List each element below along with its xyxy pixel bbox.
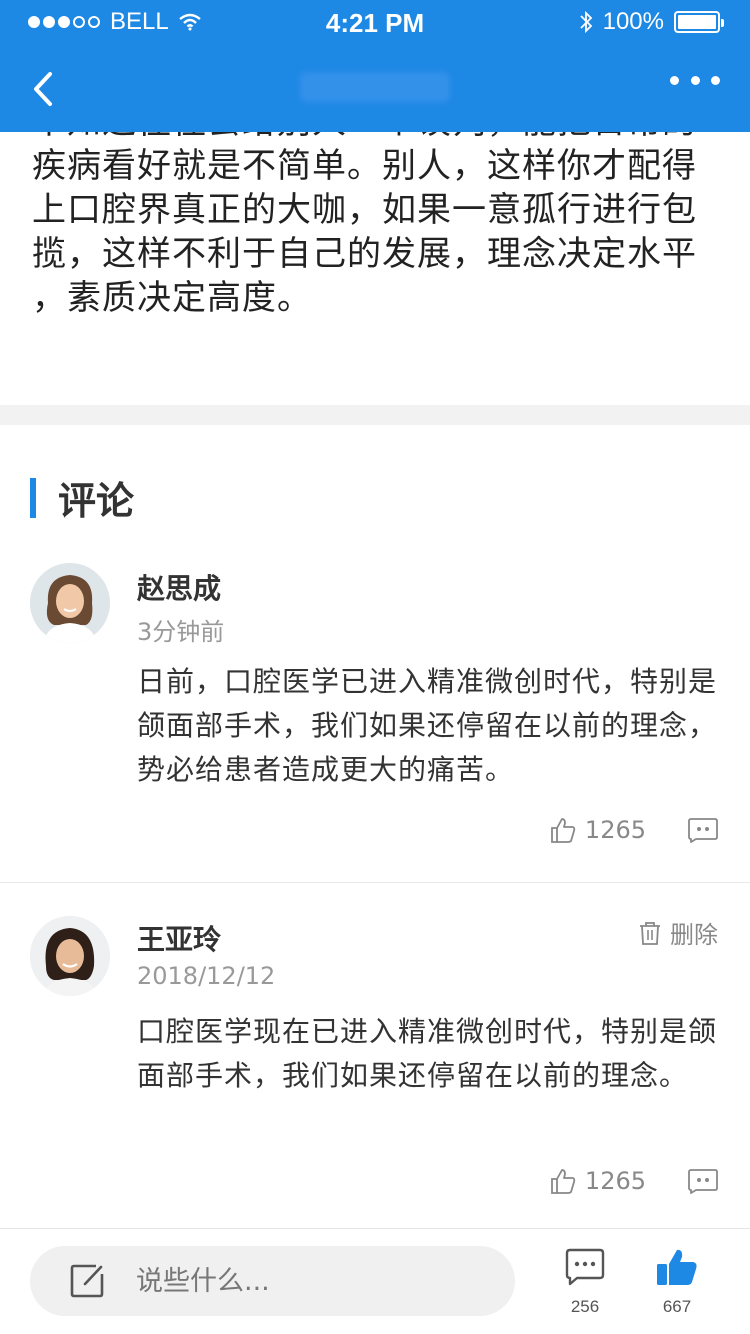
like-count: 1265 [584, 1167, 646, 1195]
comment-input[interactable] [136, 1265, 456, 1297]
bottom-action-bar: 256 667 [0, 1228, 750, 1334]
page-title-blurred [300, 72, 450, 102]
like-button[interactable]: 1265 [549, 816, 646, 844]
reply-button[interactable] [686, 1167, 720, 1195]
section-divider [0, 405, 750, 425]
like-count: 1265 [584, 816, 646, 844]
back-button[interactable] [22, 64, 66, 114]
comment-count: 256 [570, 1297, 600, 1316]
comment-divider [0, 882, 750, 883]
comment-actions: 1265 [549, 816, 720, 844]
article-line: 疾病看好就是不简单。别人，这样你才配得 [32, 146, 697, 186]
like-count-button[interactable]: 667 [647, 1247, 707, 1317]
battery-label: 100% [602, 8, 664, 35]
more-button[interactable] [670, 70, 720, 90]
thumbs-up-icon [551, 818, 576, 843]
message-icon [688, 1169, 718, 1194]
comment-count-button[interactable]: 256 [555, 1247, 615, 1317]
edit-icon [70, 1264, 104, 1298]
comments-heading: 评论 [30, 470, 134, 525]
status-bar: BELL 4:21 PM 100% [0, 0, 750, 44]
like-button[interactable]: 1265 [549, 1167, 646, 1195]
comment-text: 日前，口腔医学已进入精准微创时代，特别是颌面部手术，我们如果还停留在以前的理念，… [137, 665, 718, 786]
heading-accent-bar [30, 477, 36, 518]
article-line: 上口腔界真正的大咖，如果一意孤行进行包 [32, 190, 697, 230]
comment-text: 口腔医学现在已进入精准微创时代，特别是颌面部手术，我们如果还停留在以前的理念。 [137, 1015, 718, 1092]
delete-button[interactable]: 删除 [638, 915, 718, 950]
trash-icon [640, 921, 660, 945]
comment-bubble-icon [565, 1248, 605, 1286]
comment-time: 3分钟前 [137, 618, 225, 646]
comment-input-box[interactable] [30, 1246, 515, 1316]
bluetooth-icon [579, 10, 592, 34]
reply-button[interactable] [686, 816, 720, 844]
like-count: 667 [662, 1297, 692, 1316]
comment-author[interactable]: 赵思成 [137, 567, 221, 607]
thumbs-up-icon [551, 1169, 576, 1194]
comment-author[interactable]: 王亚玲 [137, 918, 221, 958]
message-icon [688, 818, 718, 843]
comments-title: 评论 [58, 479, 135, 523]
article-line: ，素质决定高度。 [32, 278, 312, 318]
article-body: 不知这往往会给别人一个误判，能把日常的 疾病看好就是不简单。别人，这样你才配得 … [0, 100, 750, 320]
thumbs-up-filled-icon [657, 1249, 697, 1285]
app-header: BELL 4:21 PM 100% [0, 0, 750, 132]
comment-time: 2018/12/12 [137, 962, 276, 990]
delete-label: 删除 [670, 921, 718, 949]
comment-actions: 1265 [549, 1167, 720, 1195]
article-line: 揽，这样不利于自己的发展，理念决定水平 [32, 234, 697, 274]
avatar[interactable] [30, 563, 110, 643]
status-right: 100% [579, 8, 724, 36]
avatar[interactable] [30, 916, 110, 996]
battery-icon [674, 11, 724, 33]
